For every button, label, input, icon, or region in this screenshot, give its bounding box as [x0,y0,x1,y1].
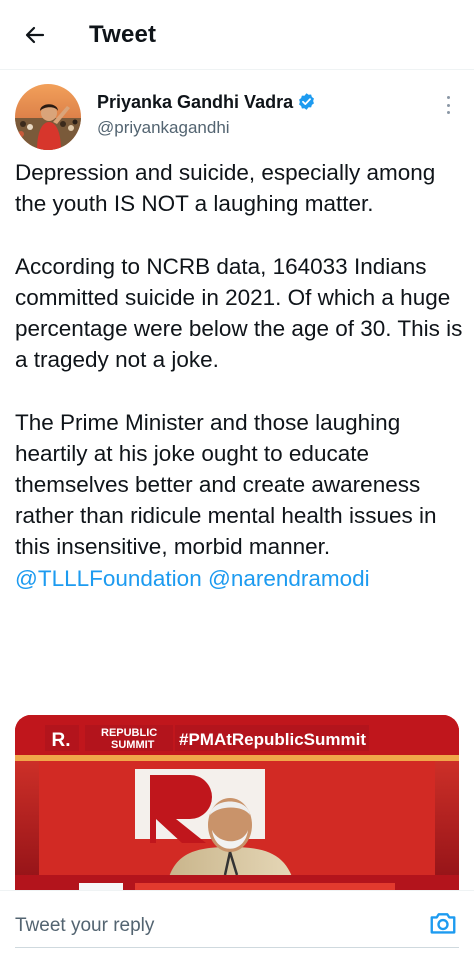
event-line2: SUMMIT [111,739,155,751]
verified-badge-icon [299,93,315,110]
hashtag-banner: #PMAtRepublicSummit [179,730,366,749]
tweet-text: Depression and suicide, especially among… [15,157,465,594]
camera-button[interactable] [428,908,458,938]
mention-link[interactable]: @TLLLFoundation [15,566,202,591]
tweet-paragraph: According to NCRB data, 164033 Indians c… [15,253,463,373]
tweet-paragraph: The Prime Minister and those laughing he… [15,409,437,560]
author-name[interactable]: Priyanka Gandhi Vadra [97,92,316,113]
reply-bar [0,890,474,965]
more-options-button[interactable] [439,92,457,118]
back-button[interactable] [18,18,52,52]
tweet-paragraph: Depression and suicide, especially among… [15,160,436,217]
tweet-author: Priyanka Gandhi Vadra @priyankagandhi [15,84,459,154]
more-dot-icon [446,103,450,107]
author-handle[interactable]: @priyankagandhi [97,118,230,138]
mention-link[interactable]: @narendramodi [208,566,370,591]
reply-input[interactable] [15,913,415,939]
page-title: Tweet [89,21,157,48]
tweet-media-image[interactable]: R. REPUBLIC SUMMIT #PMAtRepublicSummit [15,715,459,895]
channel-logo: R. [52,730,71,751]
camera-icon [430,913,456,934]
arrow-left-icon [25,26,45,44]
event-line1: REPUBLIC [101,727,157,739]
author-name-text: Priyanka Gandhi Vadra [97,92,294,112]
more-dot-icon [446,111,450,114]
reply-divider [15,947,459,948]
more-dot-icon [446,96,450,99]
avatar[interactable] [15,84,81,150]
top-bar: Tweet [0,0,474,70]
